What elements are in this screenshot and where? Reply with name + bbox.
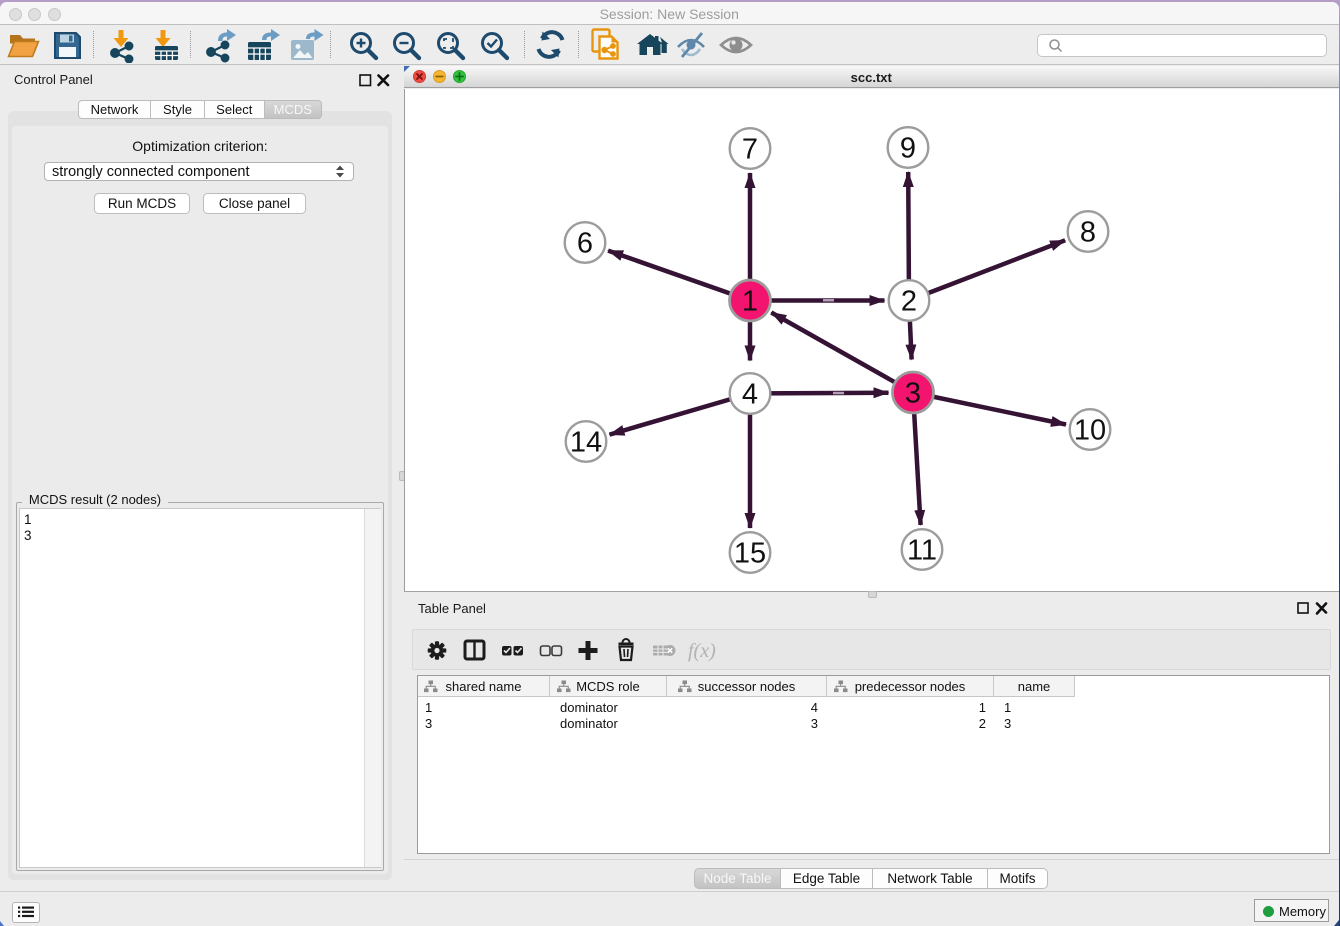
svg-text:10: 10 <box>1074 414 1106 446</box>
svg-text:3: 3 <box>905 377 921 409</box>
svg-text:4: 4 <box>742 378 758 410</box>
svg-text:11: 11 <box>907 534 937 566</box>
svg-text:f(x): f(x) <box>688 640 716 662</box>
svg-text:14: 14 <box>570 426 602 458</box>
svg-text:1: 1 <box>742 285 758 317</box>
svg-text:6: 6 <box>577 227 593 259</box>
svg-text:8: 8 <box>1080 216 1096 248</box>
svg-text:2: 2 <box>901 285 917 317</box>
svg-text:7: 7 <box>742 133 758 165</box>
svg-text:9: 9 <box>900 132 916 164</box>
svg-text:15: 15 <box>734 537 766 569</box>
